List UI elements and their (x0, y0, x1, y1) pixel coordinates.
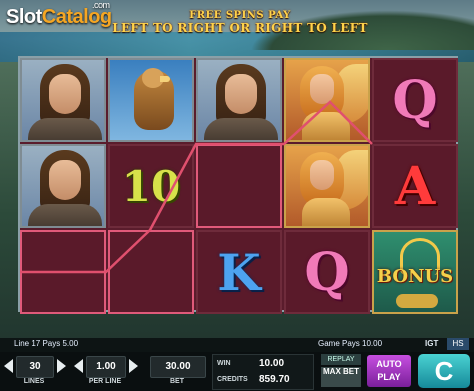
warrior-symbol (198, 60, 280, 140)
reel-cell (108, 230, 194, 314)
per-line-decrease-icon[interactable] (74, 359, 83, 373)
reel-cell (20, 144, 106, 228)
credits-value: 859.70 (259, 374, 290, 385)
logo-slot: Slot (6, 6, 42, 28)
lines-decrease-icon[interactable] (4, 359, 13, 373)
queen-symbol: Q (304, 241, 350, 303)
banner-line-1: FREE SPINS PAY (189, 10, 291, 21)
reel-cell (20, 58, 106, 142)
control-panel: 30 LINES 1.00 PER LINE 30.00 BET WIN 10.… (0, 352, 474, 391)
per-line-label: PER LINE (88, 378, 122, 385)
spin-arrow-icon: C (434, 356, 454, 386)
reel-cell: 10 (108, 144, 194, 228)
eagle-symbol (110, 60, 192, 140)
win-label: WIN (217, 360, 231, 367)
credits-label: CREDITS (217, 376, 248, 383)
lines-increase-icon[interactable] (57, 359, 66, 373)
igt-logo: IGT (425, 339, 439, 348)
banner-line-2: LEFT TO RIGHT OR RIGHT TO LEFT (112, 21, 368, 35)
queen-symbol: Q (392, 69, 438, 131)
bonus-symbol: BONUS (374, 232, 456, 312)
reel-cell: Q (372, 58, 458, 142)
replay-button[interactable]: REPLAY (321, 354, 361, 365)
reel-cell (20, 230, 106, 314)
win-value: 10.00 (259, 358, 285, 369)
per-line-increase-icon[interactable] (129, 359, 138, 373)
slotcatalog-logo: SlotCatalog .com (6, 0, 112, 29)
reel-cell (108, 58, 194, 142)
ace-symbol: A (394, 155, 436, 217)
reel-grid: Q 10 A K Q BONUS (18, 56, 458, 314)
bet-value: 30.00 (150, 356, 206, 378)
reel-cell (196, 144, 282, 228)
free-spins-banner: FREE SPINS PAY LEFT TO RIGHT OR RIGHT TO… (110, 10, 370, 35)
logo-suffix: .com (92, 0, 110, 10)
hs-badge: HS (447, 338, 469, 350)
reel-cell (284, 58, 370, 142)
warrior-symbol (22, 146, 104, 226)
line-win-text: Line 17 Pays 5.00 (14, 339, 79, 348)
spin-button[interactable]: C (418, 354, 470, 388)
reel-cell: BONUS (372, 230, 458, 314)
bet-label: BET (170, 378, 184, 385)
reel-cell: K (196, 230, 282, 314)
win-credits-panel: WIN 10.00 CREDITS 859.70 (212, 354, 314, 390)
game-pays-text: Game Pays 10.00 (318, 339, 383, 348)
reel-cell (196, 58, 282, 142)
reel-cell: Q (284, 230, 370, 314)
reel-cell: A (372, 144, 458, 228)
info-bar: Line 17 Pays 5.00 Game Pays 10.00 IGT HS (0, 338, 474, 352)
lines-label: LINES (23, 378, 45, 385)
bonus-text: BONUS (376, 266, 454, 287)
per-line-value: 1.00 (86, 356, 126, 378)
king-symbol: K (217, 242, 261, 302)
winged-lady-symbol (286, 146, 368, 226)
max-bet-button[interactable]: MAX BET (321, 367, 361, 387)
warrior-symbol (22, 60, 104, 140)
auto-play-button[interactable]: AUTO PLAY (367, 355, 411, 387)
lines-value: 30 (16, 356, 54, 378)
reel-cell (284, 144, 370, 228)
ten-symbol: 10 (121, 161, 181, 211)
winged-lady-symbol (286, 60, 368, 140)
